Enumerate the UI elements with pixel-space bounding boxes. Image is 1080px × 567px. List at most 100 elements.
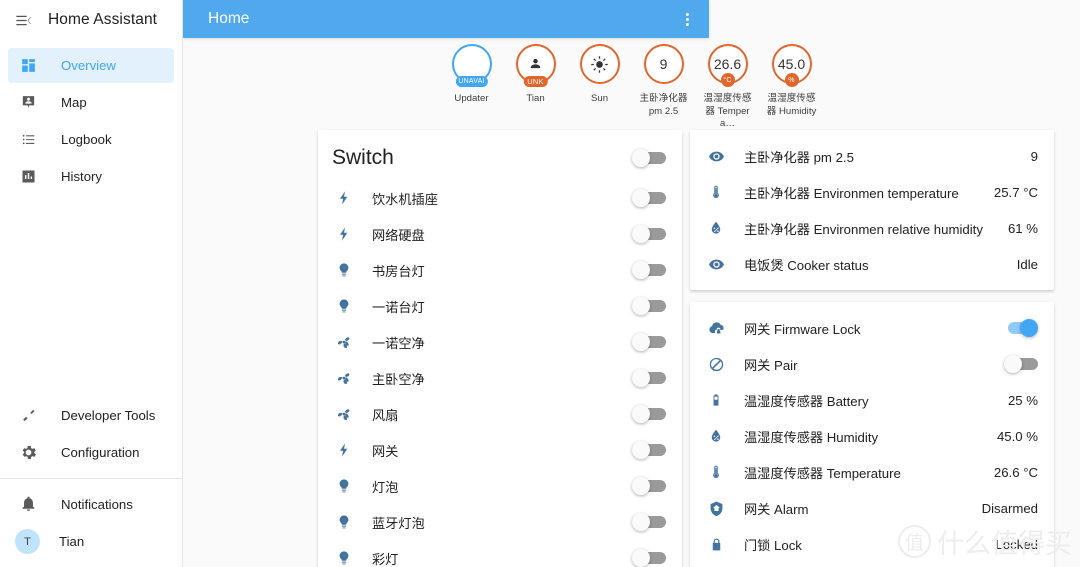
gateway-row[interactable]: 网关 Firmware Lock [704,310,1038,346]
switch-card-header: Switch [318,130,682,180]
switch-row-label: 书房台灯 [372,263,425,279]
badge-temperature[interactable]: 26.6 °C 温湿度传感器 Tempera… [702,44,754,131]
switch-row[interactable]: 灯泡 [332,468,666,504]
sensor-row-list: 主卧净化器 pm 2.5 9 主卧净化器 Environmen temperatur… [704,138,1038,282]
switch-row-toggle[interactable] [632,476,666,496]
switch-row[interactable]: 一诺台灯 [332,288,666,324]
badge-chip: °C [720,73,735,87]
sidebar-item-overview[interactable]: Overview [8,48,174,83]
badge-pm25[interactable]: 9 主卧净化器 pm 2.5 [638,44,690,131]
switch-row[interactable]: 风扇 [332,396,666,432]
badge-sun[interactable]: Sun [574,44,626,131]
left-column: Switch 饮水机插座 网络硬盘书房台灯一诺台灯 一诺空净主卧空净风扇 网关灯泡蓝牙… [318,130,682,567]
view-dashboard-icon [16,54,40,78]
sensor-card: 主卧净化器 pm 2.5 9 主卧净化器 Environmen temperatur… [690,130,1054,290]
switch-row[interactable]: 一诺空净 [332,324,666,360]
sidebar-item-map[interactable]: Map [8,85,174,120]
sidebar-item-developer-tools[interactable]: Developer Tools [8,398,174,433]
badge-circle: 26.6 °C [707,44,748,87]
gateway-row-value: 45.0 % [996,428,1038,444]
sidebar-item-configuration[interactable]: Configuration [8,435,174,470]
gateway-card: 网关 Firmware Lock 网关 Pair 温湿度传感器 Battery 25 … [690,302,1054,567]
switch-row[interactable]: 网关 [332,432,666,468]
sidebar-item-history[interactable]: History [8,159,174,194]
dots-vertical-icon[interactable] [686,12,689,26]
sensor-row[interactable]: 主卧净化器 Environmen temperature 25.7 °C [704,174,1038,210]
fan-icon [332,406,356,422]
gateway-row[interactable]: 门锁 Lock Locked [704,526,1038,562]
water-percent-icon [704,428,728,444]
eye-icon [704,256,728,273]
switch-row-label: 主卧空净 [372,371,425,387]
badge-tian[interactable]: UNK Tian [510,44,562,131]
hammer-wrench-icon [16,404,40,428]
sidebar-item-label: Configuration [61,445,140,460]
sun-icon [590,55,609,74]
gateway-row-toggle[interactable] [1004,318,1038,338]
badge-label: Tian [526,93,545,104]
sidebar-divider [0,478,182,479]
lightbulb-icon [332,550,356,566]
sensor-row[interactable]: 主卧净化器 Environmen relative humidity 61 % [704,210,1038,246]
gateway-row[interactable]: 门锁 Action [704,562,1038,567]
switch-row[interactable]: 主卧空净 [332,360,666,396]
switch-row-toggle[interactable] [632,404,666,424]
switch-row[interactable]: 饮水机插座 [332,180,666,216]
lightbulb-icon [332,478,356,494]
switch-row-toggle[interactable] [632,332,666,352]
switch-row-toggle[interactable] [632,548,666,567]
switch-row-toggle[interactable] [632,512,666,532]
hamburger-collapse-icon[interactable] [10,7,36,33]
badge-humidity[interactable]: 45.0 % 温湿度传感器 Humidity [766,44,818,131]
sensor-row-value: 25.7 °C [993,184,1038,200]
badge-chip: UNAVAI [455,76,488,87]
sensor-row[interactable]: 电饭煲 Cooker status Idle [704,246,1038,282]
switch-row-toggle[interactable] [632,224,666,244]
switch-row[interactable]: 蓝牙灯泡 [332,504,666,540]
sensor-row[interactable]: 主卧净化器 pm 2.5 9 [704,138,1038,174]
switch-row-toggle[interactable] [632,188,666,208]
sensor-row-value: 9 [1030,148,1038,164]
gateway-row-label: 网关 Pair [744,357,798,373]
badge-label: 温湿度传感器 Humidity [766,93,817,117]
switch-row[interactable]: 彩灯 [332,540,666,567]
right-column: 主卧净化器 pm 2.5 9 主卧净化器 Environmen temperatur… [690,130,1054,567]
sidebar-item-label: Map [61,95,87,110]
switch-row-toggle[interactable] [632,368,666,388]
sidebar-item-label: History [61,169,103,184]
gateway-row-toggle[interactable] [1004,354,1038,374]
sensor-row-label: 主卧净化器 pm 2.5 [744,149,854,165]
battery-icon [704,393,728,407]
sidebar-item-user[interactable]: T Tian [8,524,174,559]
gateway-row[interactable]: 温湿度传感器 Battery 25 % [704,382,1038,418]
switch-card-master-toggle[interactable] [632,148,666,168]
badge-updater[interactable]: UNAVAI Updater [446,44,498,131]
flash-icon [332,442,356,458]
bell-icon [16,493,40,517]
switch-row[interactable]: 书房台灯 [332,252,666,288]
cog-icon [16,441,40,465]
water-percent-icon [704,220,728,236]
sensor-row-label: 主卧净化器 Environmen relative humidity [744,221,983,237]
gateway-row[interactable]: 温湿度传感器 Temperature 26.6 °C [704,454,1038,490]
main-content: Home UNAVAI Updater UNK Tian Sun 9 主卧净化器… [183,0,1080,567]
switch-row-toggle[interactable] [632,440,666,460]
switch-row-label: 灯泡 [372,479,399,495]
gateway-row[interactable]: 网关 Pair [704,346,1038,382]
gateway-row-label: 网关 Firmware Lock [744,321,861,337]
eye-icon [704,148,728,165]
sidebar-item-logbook[interactable]: Logbook [8,122,174,157]
switch-row-toggle[interactable] [632,296,666,316]
switch-row[interactable]: 网络硬盘 [332,216,666,252]
switch-card-title: Switch [332,146,394,169]
thermometer-icon [704,464,728,480]
gateway-row[interactable]: 温湿度传感器 Humidity 45.0 % [704,418,1038,454]
switch-row-toggle[interactable] [632,260,666,280]
badge-row: UNAVAI Updater UNK Tian Sun 9 主卧净化器 pm 2… [183,44,1080,131]
fan-icon [332,334,356,350]
sidebar-item-label: Developer Tools [61,408,156,423]
badge-circle: 9 [643,44,684,84]
sidebar-item-notifications[interactable]: Notifications [8,487,174,522]
gateway-row[interactable]: 网关 Alarm Disarmed [704,490,1038,526]
